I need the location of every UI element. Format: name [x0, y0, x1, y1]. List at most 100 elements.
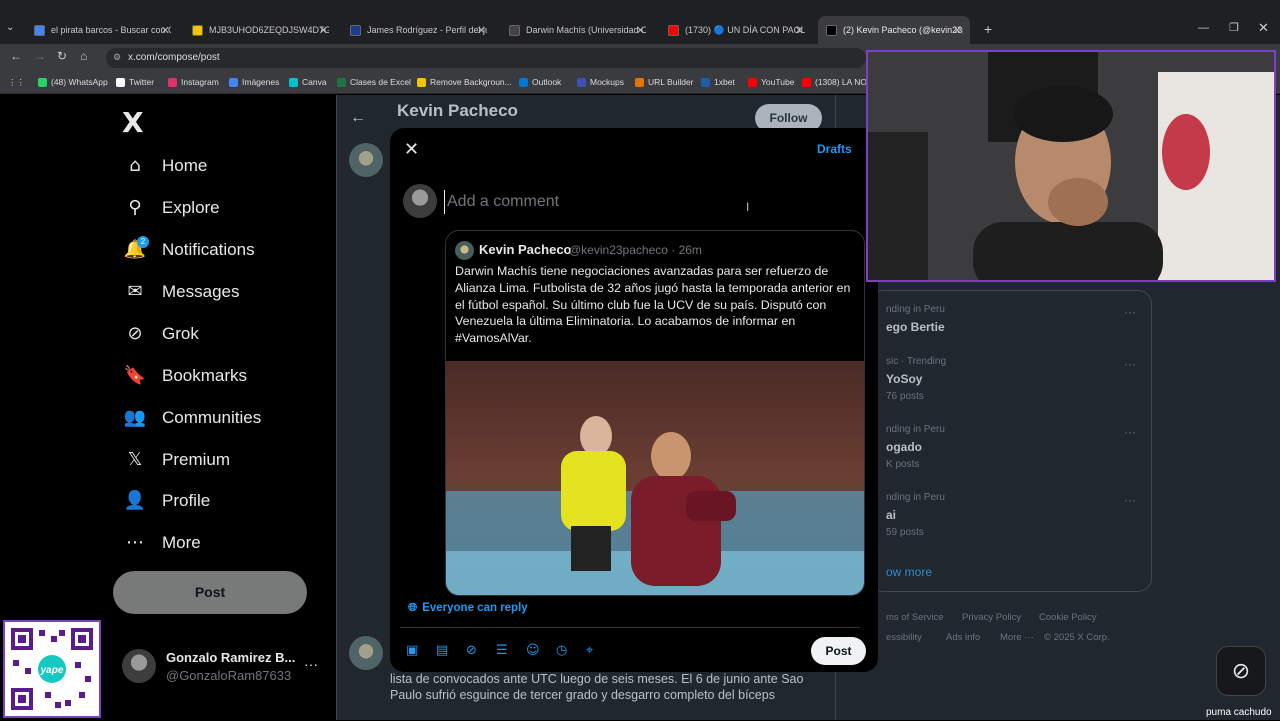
- drafts-button[interactable]: Drafts: [817, 142, 852, 156]
- sidebar-item-label: Premium: [162, 449, 231, 469]
- webcam-feed: [868, 52, 1274, 280]
- bookmark-label: YouTube: [761, 77, 795, 87]
- sidebar-item-messages[interactable]: ✉ Messages: [122, 281, 239, 302]
- close-icon[interactable]: ✕: [404, 139, 419, 160]
- bookmark-item[interactable]: Mockups: [577, 77, 624, 87]
- bookmark-item[interactable]: Instagram: [168, 77, 219, 87]
- browser-tab[interactable]: (1730) 🔵 UN DÍA CON PAOLO ✕: [660, 16, 812, 44]
- browser-tab[interactable]: (2) Kevin Pacheco (@kevin23pa ✕: [818, 16, 970, 44]
- url-bar[interactable]: ⚙ x.com/compose/post: [106, 48, 866, 68]
- quoted-author-name: Kevin Pacheco: [479, 242, 572, 257]
- sidebar-item-home[interactable]: ⌂ Home: [122, 155, 207, 176]
- bookmark-label: Imágenes: [242, 77, 280, 87]
- tab-close-icon[interactable]: ✕: [161, 24, 170, 37]
- browser-tab[interactable]: Darwin Machís (Universidad Cen ✕: [501, 16, 653, 44]
- quoted-author-avatar: [455, 241, 474, 260]
- person-icon: 👤: [123, 490, 147, 511]
- browser-tab[interactable]: MJB3UHOD6ZEQDJSW4D7GKA✕: [184, 16, 336, 44]
- gif-icon[interactable]: ▤: [436, 643, 448, 658]
- grok-floating-icon[interactable]: ⊘: [1216, 646, 1266, 696]
- reply-setting-label: Everyone can reply: [422, 601, 528, 614]
- reload-icon[interactable]: ↻: [57, 49, 67, 63]
- sidebar-item-label: Explore: [162, 197, 220, 217]
- sidebar-item-label: Grok: [162, 323, 199, 343]
- bookmark-item[interactable]: (1308) LA NO: [802, 77, 867, 87]
- bookmark-label: 1xbet: [714, 77, 735, 87]
- home-icon: ⌂: [129, 155, 141, 176]
- tab-close-icon[interactable]: ✕: [953, 24, 962, 37]
- tab-favicon-icon: [509, 24, 520, 36]
- sidebar-item-communities[interactable]: 👥 Communities: [122, 407, 261, 428]
- account-handle[interactable]: @GonzaloRam87633: [166, 668, 291, 683]
- back-icon[interactable]: ←: [10, 49, 22, 63]
- bookmark-label: (1308) LA NO: [815, 77, 867, 87]
- emoji-icon[interactable]: ☺: [526, 643, 540, 658]
- comment-input[interactable]: [444, 190, 844, 214]
- bookmark-item[interactable]: (48) WhatsApp: [38, 77, 108, 87]
- tab-title: James Rodríguez - Perfil del juga: [367, 25, 487, 35]
- tab-close-icon[interactable]: ✕: [636, 24, 645, 37]
- grok-tool-icon[interactable]: ⊘: [466, 643, 477, 658]
- sidebar-item-profile[interactable]: 👤 Profile: [122, 490, 210, 511]
- bookmark-item[interactable]: Remove Backgroun...: [417, 77, 512, 87]
- tab-close-icon[interactable]: ✕: [477, 24, 486, 37]
- poll-icon[interactable]: ☰: [496, 643, 508, 658]
- browser-tab[interactable]: el pirata barcos - Buscar con Go ✕: [26, 16, 178, 44]
- bookmark-label: Twitter: [129, 77, 155, 87]
- compose-post-button[interactable]: Post: [811, 637, 866, 665]
- quoted-post-text: Darwin Machís tiene negociaciones avanza…: [455, 264, 851, 346]
- bookmark-item[interactable]: Clases de Excel: [337, 77, 411, 87]
- apps-grid-icon[interactable]: ⋮⋮: [8, 77, 25, 88]
- tab-close-icon[interactable]: ✕: [319, 24, 328, 37]
- bookmark-label: Remove Backgroun...: [430, 77, 512, 87]
- account-avatar[interactable]: [122, 649, 156, 683]
- tab-search-icon[interactable]: ⌄: [6, 22, 14, 33]
- notifications-badge: 2: [137, 236, 149, 248]
- sidebar-item-bookmarks[interactable]: 🔖 Bookmarks: [122, 365, 247, 386]
- tab-favicon-icon: [826, 24, 837, 36]
- sidebar-item-label: More: [162, 532, 201, 552]
- account-name[interactable]: Gonzalo Ramirez B...: [166, 650, 295, 665]
- bookmark-item[interactable]: 1xbet: [701, 77, 735, 87]
- x-logo[interactable]: X: [122, 106, 144, 139]
- sidebar-item-grok[interactable]: ⊘ Grok: [122, 323, 199, 344]
- account-more-icon[interactable]: ···: [304, 656, 318, 672]
- browser-tab[interactable]: James Rodríguez - Perfil del juga ✕: [342, 16, 494, 44]
- bookmark-item[interactable]: Twitter: [116, 77, 154, 87]
- sidebar-item-premium[interactable]: 𝕏 Premium: [122, 449, 230, 470]
- minimize-icon[interactable]: —: [1198, 22, 1209, 34]
- bookmark-item[interactable]: URL Builder: [635, 77, 694, 87]
- tab-close-icon[interactable]: ✕: [795, 24, 804, 37]
- sidebar-item-explore[interactable]: ⚲ Explore: [122, 197, 220, 218]
- soccer-photo: [446, 361, 864, 595]
- sidebar-post-button[interactable]: Post: [113, 571, 307, 614]
- bookmark-item[interactable]: Canva: [289, 77, 327, 87]
- bookmark-favicon-icon: [229, 77, 238, 87]
- forward-icon[interactable]: →: [34, 49, 46, 63]
- bookmark-favicon-icon: [577, 77, 586, 87]
- location-icon[interactable]: ⌖: [586, 643, 593, 658]
- bookmark-favicon-icon: [802, 77, 811, 87]
- bookmark-favicon-icon: [701, 77, 710, 87]
- restore-icon[interactable]: ❐: [1229, 21, 1239, 34]
- sidebar-item-more[interactable]: ⋯ More: [122, 532, 201, 553]
- schedule-icon[interactable]: ◷: [556, 643, 567, 658]
- bookmark-item[interactable]: Imágenes: [229, 77, 279, 87]
- bookmark-label: Instagram: [181, 77, 219, 87]
- new-tab-icon[interactable]: +: [984, 21, 992, 37]
- bookmark-item[interactable]: Outlook: [519, 77, 561, 87]
- bookmark-item[interactable]: YouTube: [748, 77, 794, 87]
- media-icon[interactable]: ▣: [406, 643, 418, 658]
- site-info-icon[interactable]: ⚙: [113, 52, 121, 63]
- qr-label: yape: [40, 665, 64, 676]
- mail-icon: ✉: [127, 281, 143, 302]
- tab-title: (2) Kevin Pacheco (@kevin23pa: [843, 25, 963, 35]
- home-browser-icon[interactable]: ⌂: [80, 49, 87, 63]
- bookmark-icon: 🔖: [123, 365, 147, 386]
- quoted-post-image: [446, 361, 864, 595]
- modal-divider: [400, 627, 860, 628]
- bookmark-label: (48) WhatsApp: [51, 77, 108, 87]
- close-window-icon[interactable]: ✕: [1258, 20, 1269, 36]
- bookmark-favicon-icon: [289, 77, 298, 87]
- reply-setting[interactable]: 🌐︎ Everyone can reply: [408, 600, 528, 615]
